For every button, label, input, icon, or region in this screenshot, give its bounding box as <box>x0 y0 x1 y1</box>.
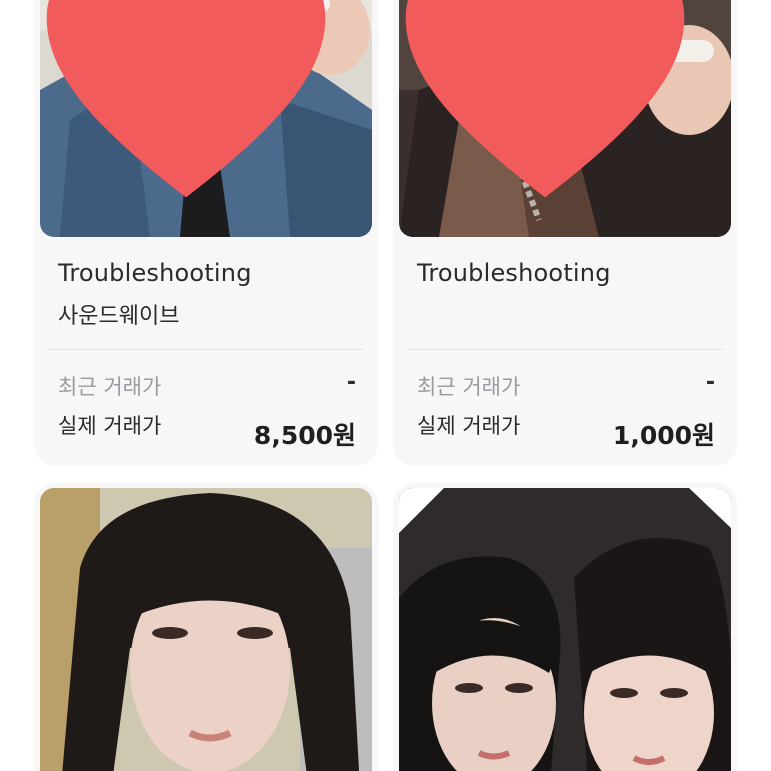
recent-price-label: 최근 거래가 <box>417 375 521 399</box>
listing-title: Troubleshooting <box>417 259 611 287</box>
product-photo[interactable] <box>399 0 731 237</box>
divider <box>48 349 364 350</box>
recent-price-value: - <box>346 370 356 395</box>
like-heart-icon[interactable] <box>399 0 711 209</box>
product-photo[interactable] <box>399 488 731 771</box>
actual-price-value: 1,000원 <box>612 421 715 450</box>
actual-price-label: 실제 거래가 <box>58 414 162 438</box>
listing-card[interactable] <box>34 483 378 771</box>
listing-title: Troubleshooting <box>58 259 252 287</box>
actual-price-label: 실제 거래가 <box>417 414 521 438</box>
recent-price-label: 최근 거래가 <box>58 375 162 399</box>
product-photo[interactable] <box>40 0 372 237</box>
like-heart-icon[interactable] <box>40 0 352 209</box>
listing-card[interactable]: Troubleshooting 최근 거래가 - 실제 거래가 1,000원 <box>393 0 737 466</box>
divider <box>407 349 723 350</box>
recent-price-value: - <box>705 370 715 395</box>
photocard-image <box>399 488 731 771</box>
listing-subtitle: 사운드웨이브 <box>58 304 180 329</box>
photocard-image <box>40 488 372 771</box>
listing-card[interactable] <box>393 483 737 771</box>
listing-card[interactable]: Troubleshooting 사운드웨이브 최근 거래가 - 실제 거래가 8… <box>34 0 378 466</box>
actual-price-value: 8,500원 <box>253 421 356 450</box>
product-photo[interactable] <box>40 488 372 771</box>
listing-grid: Troubleshooting 사운드웨이브 최근 거래가 - 실제 거래가 8… <box>0 0 771 771</box>
